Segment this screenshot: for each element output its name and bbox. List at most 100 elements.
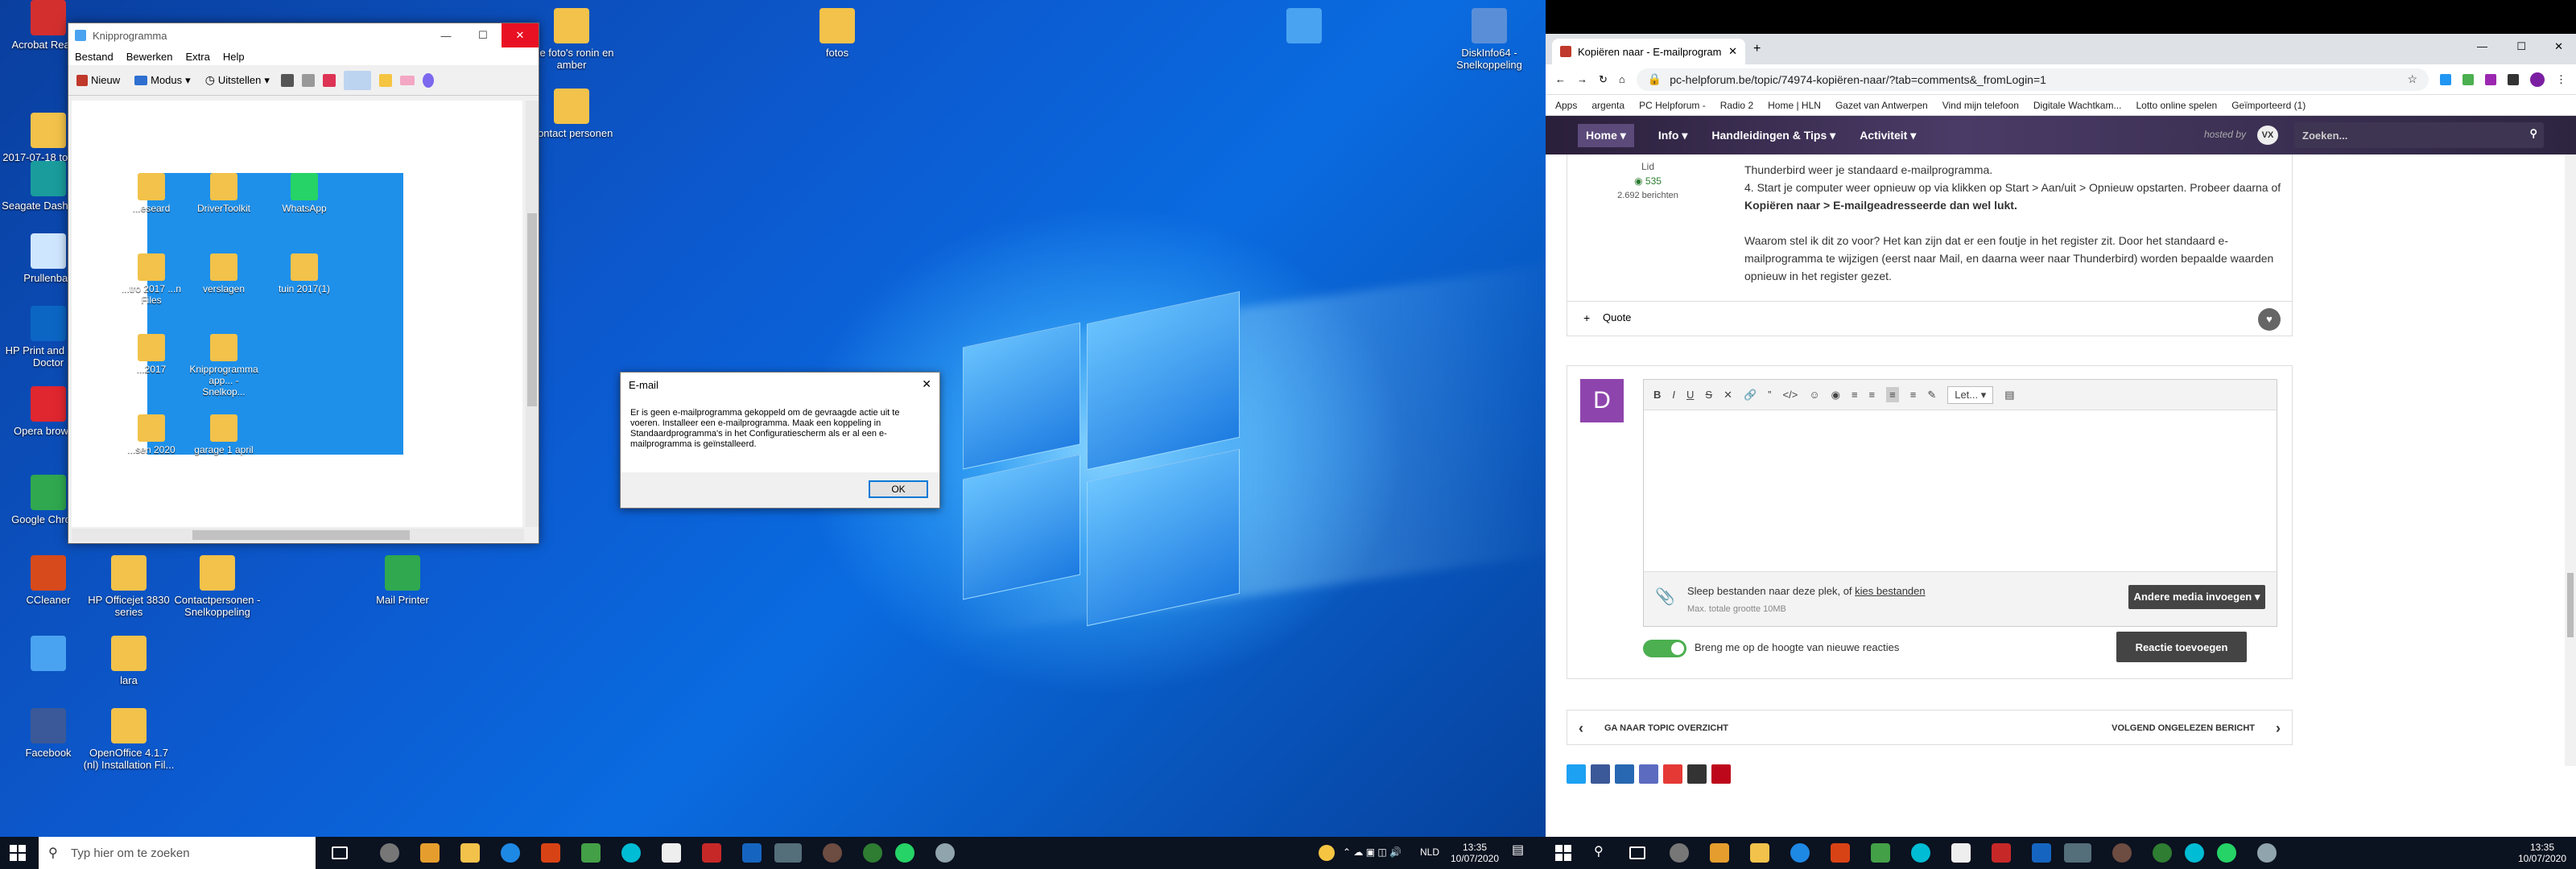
- quote-icon[interactable]: ”: [1768, 389, 1771, 401]
- email-share-icon[interactable]: [1687, 764, 1707, 784]
- strike-icon[interactable]: S: [1705, 389, 1712, 401]
- close-button[interactable]: ✕: [2554, 40, 2563, 53]
- search-icon[interactable]: ⚲: [1594, 843, 1613, 863]
- send-icon[interactable]: [322, 73, 336, 87]
- save-icon[interactable]: [280, 73, 294, 87]
- align-center-icon[interactable]: ≡: [1910, 389, 1917, 401]
- snipping-tool-window[interactable]: Knipprogramma — ☐ ✕ Bestand Bewerken Ext…: [68, 23, 539, 544]
- tab-active[interactable]: Kopiëren naar - E-mailprogramm ✕: [1552, 39, 1745, 64]
- media-icon[interactable]: [2153, 843, 2172, 863]
- app-icon[interactable]: [823, 843, 842, 863]
- whatsapp-icon[interactable]: [895, 843, 914, 863]
- heart-icon[interactable]: ♥: [2258, 308, 2281, 331]
- font-select[interactable]: Let... ▾: [1947, 385, 1994, 404]
- clear-format-icon[interactable]: ✕: [1724, 389, 1732, 402]
- desktop-icon[interactable]: lara: [80, 636, 177, 686]
- chevron-left-icon[interactable]: ‹: [1579, 720, 1583, 737]
- task-view-icon[interactable]: [1629, 846, 1645, 859]
- facebook-icon[interactable]: [1591, 764, 1610, 784]
- quote-button[interactable]: Quote: [1603, 311, 1631, 323]
- task-view-icon[interactable]: [332, 846, 348, 859]
- bookmark-item[interactable]: Gazet van Antwerpen: [1835, 100, 1928, 111]
- notepad-icon[interactable]: [1951, 843, 1971, 863]
- help-icon[interactable]: [1319, 845, 1335, 861]
- notify-toggle[interactable]: [1643, 640, 1686, 657]
- bookmark-item[interactable]: Lotto online spelen: [2136, 100, 2217, 111]
- linkedin-icon[interactable]: [1615, 764, 1634, 784]
- pen-icon[interactable]: [343, 70, 371, 90]
- bookmark-item[interactable]: argenta: [1591, 100, 1624, 111]
- menu-bewerken[interactable]: Bewerken: [126, 51, 173, 63]
- prev-link[interactable]: GA NAAR TOPIC OVERZICHT: [1604, 723, 1728, 733]
- app-icon[interactable]: [2112, 843, 2132, 863]
- submit-reply-button[interactable]: Reactie toevoegen: [2116, 632, 2247, 662]
- app-icon[interactable]: [380, 843, 399, 863]
- menu-help[interactable]: Help: [223, 51, 245, 63]
- paint3d-icon[interactable]: [422, 72, 434, 88]
- eraser-icon[interactable]: [399, 75, 415, 85]
- mail-icon[interactable]: [2032, 843, 2051, 863]
- bookmark-item[interactable]: Home | HLN: [1768, 100, 1821, 111]
- page-scrollbar[interactable]: [2565, 154, 2576, 766]
- close-icon[interactable]: ✕: [922, 377, 931, 391]
- explorer-icon[interactable]: [1750, 843, 1769, 863]
- whatsapp-icon[interactable]: [2217, 843, 2236, 863]
- choose-files-link[interactable]: kies bestanden: [1855, 585, 1925, 597]
- extension-icon[interactable]: [2462, 73, 2474, 85]
- align-left-icon[interactable]: ≡: [1886, 387, 1899, 402]
- bookmark-item[interactable]: Geïmporteerd (1): [2231, 100, 2306, 111]
- minimize-button[interactable]: —: [427, 23, 464, 47]
- desktop-icon[interactable]: OpenOffice 4.1.7 (nl) Installation Fil..…: [80, 708, 177, 771]
- explorer-icon[interactable]: [460, 843, 480, 863]
- snipping-task-icon[interactable]: [774, 843, 802, 863]
- chrome-icon[interactable]: [1710, 843, 1729, 863]
- bullet-list-icon[interactable]: ≡: [1852, 389, 1858, 401]
- search-icon[interactable]: ⚲: [2529, 127, 2537, 140]
- extension-icon[interactable]: [2485, 73, 2496, 85]
- twitter-icon[interactable]: [1567, 764, 1586, 784]
- url-field[interactable]: 🔒 pc-helpforum.be/topic/74974-kopiëren-n…: [1636, 68, 2429, 91]
- emoji-icon[interactable]: ☺: [1809, 389, 1819, 401]
- bold-icon[interactable]: B: [1653, 389, 1661, 401]
- other-media-button[interactable]: Andere media invoegen ▾: [2128, 585, 2265, 609]
- forum-search[interactable]: Zoeken... ⚲: [2294, 122, 2544, 148]
- star-icon[interactable]: ☆: [2407, 72, 2417, 86]
- code-icon[interactable]: </>: [1783, 389, 1798, 401]
- bookmark-item[interactable]: Apps: [1555, 100, 1577, 111]
- chrome-icon[interactable]: [420, 843, 440, 863]
- nav-info[interactable]: Info ▾: [1658, 129, 1688, 142]
- notification-icon[interactable]: ▤: [1512, 844, 1524, 857]
- multiquote-icon[interactable]: +: [1583, 311, 1590, 324]
- maximize-button[interactable]: ☐: [2516, 40, 2526, 53]
- extension-icon[interactable]: [2440, 73, 2451, 85]
- underline-icon[interactable]: U: [1686, 389, 1694, 401]
- skype-icon[interactable]: [1911, 843, 1930, 863]
- menu-bestand[interactable]: Bestand: [75, 51, 114, 63]
- snipping-tool-titlebar[interactable]: Knipprogramma — ☐ ✕: [68, 23, 539, 47]
- pinterest-icon[interactable]: [1711, 764, 1731, 784]
- tab-close-icon[interactable]: ✕: [1728, 45, 1737, 58]
- desktop-icon[interactable]: Contactpersonen - Snelkoppeling: [169, 555, 266, 618]
- clock[interactable]: 13:35 10/07/2020: [1449, 842, 1501, 864]
- new-button[interactable]: Nieuw: [73, 72, 123, 88]
- profile-avatar[interactable]: [2530, 72, 2545, 87]
- reddit-icon[interactable]: [1663, 764, 1682, 784]
- office-icon[interactable]: [1831, 843, 1850, 863]
- start-button[interactable]: [10, 845, 26, 861]
- highlighter-icon[interactable]: [378, 73, 392, 87]
- mail-icon[interactable]: [742, 843, 762, 863]
- language-indicator[interactable]: NLD: [1420, 846, 1439, 858]
- desktop-icon[interactable]: DiskInfo64 - Snelkoppeling: [1441, 8, 1538, 71]
- taskbar-search[interactable]: ⚲ Typ hier om te zoeken: [39, 837, 316, 869]
- vertical-scrollbar[interactable]: [526, 101, 539, 527]
- calculator-icon[interactable]: [581, 843, 601, 863]
- editor-textarea[interactable]: [1644, 410, 2277, 571]
- close-button[interactable]: ✕: [502, 23, 539, 47]
- acrobat-icon[interactable]: [1992, 843, 2011, 863]
- nav-guides[interactable]: Handleidingen & Tips ▾: [1711, 129, 1835, 142]
- delicious-icon[interactable]: [1639, 764, 1658, 784]
- nav-activity[interactable]: Activiteit ▾: [1860, 129, 1916, 142]
- minimize-button[interactable]: —: [2477, 40, 2487, 52]
- media-icon[interactable]: [863, 843, 882, 863]
- snipping-task-icon[interactable]: [2064, 843, 2091, 863]
